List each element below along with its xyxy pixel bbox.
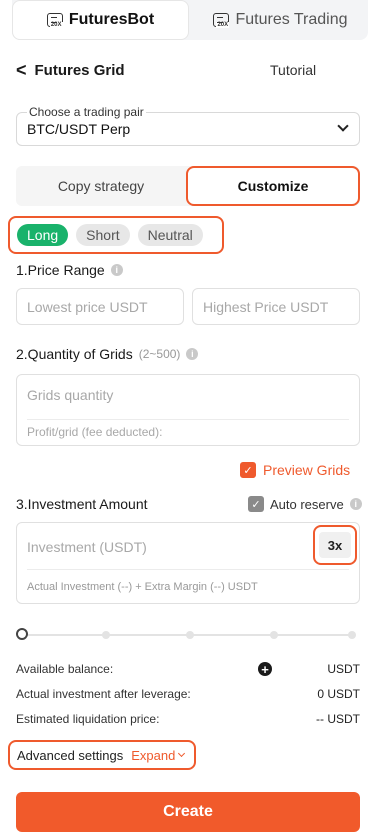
trading-icon: 20X bbox=[213, 13, 230, 28]
slider-stop[interactable] bbox=[186, 631, 194, 639]
info-icon[interactable]: i bbox=[186, 348, 199, 360]
actual-investment-value: 0 USDT bbox=[317, 687, 360, 701]
strategy-mode-tabs: Copy strategy Customize bbox=[16, 166, 360, 206]
lowest-price-placeholder: Lowest price USDT bbox=[27, 298, 148, 315]
direction-selector: Long Short Neutral bbox=[8, 216, 224, 254]
page-header: < Futures Grid Tutorial bbox=[16, 58, 360, 82]
leverage-selector[interactable]: 3x bbox=[313, 525, 357, 565]
advanced-settings[interactable]: Advanced settings Expand bbox=[8, 740, 196, 770]
investment-input[interactable]: Investment (USDT) 3x Actual Investment (… bbox=[16, 522, 360, 604]
liquidation-price-label: Estimated liquidation price: bbox=[16, 712, 160, 726]
available-balance-label: Available balance: bbox=[16, 662, 114, 676]
direction-long-button[interactable]: Long bbox=[17, 224, 69, 246]
lowest-price-input[interactable]: Lowest price USDT bbox=[16, 288, 184, 325]
bot-icon-badge: 20X bbox=[49, 22, 63, 28]
direction-short-button[interactable]: Short bbox=[76, 224, 130, 246]
expand-label: Expand bbox=[131, 747, 176, 763]
grids-quantity-placeholder: Grids quantity bbox=[27, 387, 114, 403]
preview-grids-toggle[interactable]: ✓ Preview Grids bbox=[240, 462, 350, 478]
slider-stop[interactable] bbox=[270, 631, 278, 639]
divider bbox=[27, 569, 349, 570]
slider-handle[interactable] bbox=[16, 628, 28, 640]
investment-heading: 3.Investment Amount bbox=[16, 496, 148, 512]
trading-pair-value: BTC/USDT Perp bbox=[27, 121, 131, 137]
direction-neutral-button[interactable]: Neutral bbox=[137, 224, 203, 246]
tutorial-link[interactable]: Tutorial bbox=[270, 62, 316, 78]
advanced-settings-label: Advanced settings bbox=[17, 747, 124, 763]
investment-detail: Actual Investment (--) + Extra Margin (-… bbox=[27, 581, 258, 593]
checkbox-checked-icon[interactable]: ✓ bbox=[248, 496, 264, 512]
info-icon[interactable]: i bbox=[349, 498, 362, 510]
profit-per-grid-label: Profit/grid (fee deducted): bbox=[27, 425, 163, 439]
auto-reserve-toggle[interactable]: ✓ Auto reserve i bbox=[248, 496, 362, 512]
chevron-down-icon bbox=[337, 120, 349, 132]
available-balance-row: Available balance: + USDT bbox=[16, 660, 360, 678]
price-range-title: 1.Price Range bbox=[16, 262, 105, 278]
leverage-button[interactable]: 3x bbox=[319, 532, 351, 558]
page-title: Futures Grid bbox=[34, 61, 125, 79]
expand-link[interactable]: Expand bbox=[131, 747, 186, 763]
tab-customize[interactable]: Customize bbox=[186, 166, 360, 206]
checkbox-checked-icon[interactable]: ✓ bbox=[240, 462, 256, 478]
price-range-heading: 1.Price Range i bbox=[16, 262, 123, 278]
actual-investment-label: Actual investment after leverage: bbox=[16, 687, 191, 701]
trading-pair-label: Choose a trading pair bbox=[27, 105, 146, 119]
tab-futuresbot-label: FuturesBot bbox=[68, 11, 155, 28]
preview-grids-label: Preview Grids bbox=[263, 462, 351, 478]
top-tab-bar: 20X FuturesBot 20X Futures Trading bbox=[12, 0, 368, 40]
trading-pair-select[interactable]: Choose a trading pair BTC/USDT Perp bbox=[16, 105, 360, 146]
create-button[interactable]: Create bbox=[16, 792, 360, 832]
actual-investment-row: Actual investment after leverage: 0 USDT bbox=[16, 685, 360, 703]
tab-futures-trading-label: Futures Trading bbox=[235, 11, 348, 28]
available-balance-value: USDT bbox=[327, 662, 360, 676]
grids-quantity-input[interactable]: Grids quantity Profit/grid (fee deducted… bbox=[16, 374, 360, 446]
slider-stop[interactable] bbox=[102, 631, 110, 639]
divider bbox=[27, 419, 349, 420]
grids-range: (2~500) bbox=[138, 347, 181, 361]
add-funds-icon[interactable]: + bbox=[258, 662, 272, 676]
liquidation-price-value: -- USDT bbox=[316, 712, 360, 726]
info-icon[interactable]: i bbox=[110, 264, 123, 276]
tab-copy-strategy[interactable]: Copy strategy bbox=[16, 166, 186, 206]
highest-price-input[interactable]: Highest Price USDT bbox=[192, 288, 360, 325]
investment-title: 3.Investment Amount bbox=[16, 496, 148, 512]
investment-placeholder: Investment (USDT) bbox=[27, 539, 147, 555]
liquidation-price-row: Estimated liquidation price: -- USDT bbox=[16, 710, 360, 728]
slider-stop[interactable] bbox=[348, 631, 356, 639]
highest-price-placeholder: Highest Price USDT bbox=[203, 298, 329, 315]
bot-icon: 20X bbox=[46, 13, 63, 28]
chevron-down-icon bbox=[178, 749, 186, 758]
grids-heading: 2.Quantity of Grids (2~500) i bbox=[16, 346, 199, 362]
investment-slider[interactable] bbox=[16, 628, 356, 642]
tab-futuresbot[interactable]: 20X FuturesBot bbox=[12, 0, 189, 40]
back-icon[interactable]: < bbox=[16, 60, 27, 81]
trading-icon-badge: 20X bbox=[216, 22, 230, 28]
auto-reserve-label: Auto reserve bbox=[270, 496, 344, 512]
grids-title: 2.Quantity of Grids bbox=[16, 346, 133, 362]
tab-futures-trading[interactable]: 20X Futures Trading bbox=[193, 0, 368, 40]
